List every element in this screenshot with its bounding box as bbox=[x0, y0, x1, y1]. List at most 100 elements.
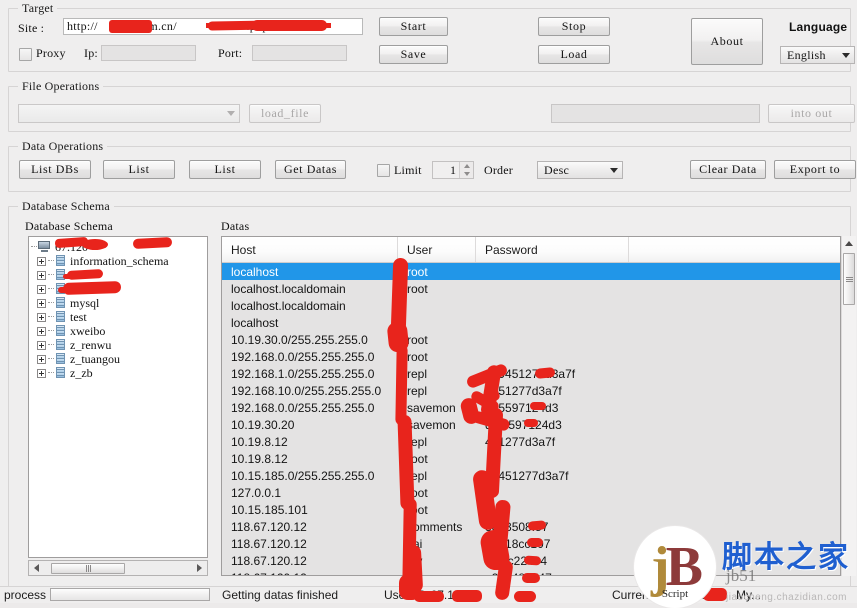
table-row[interactable]: 118.67.120.12 zai 04318cc107 bbox=[222, 535, 840, 552]
tree-connector bbox=[48, 316, 54, 318]
expand-icon[interactable] bbox=[37, 312, 46, 322]
table-row[interactable]: 127.0.0.1 root bbox=[222, 484, 840, 501]
load-file-button[interactable]: load_file bbox=[249, 104, 321, 123]
table-row[interactable]: 118.67.120.12 ow fc33c22494 bbox=[222, 552, 840, 569]
table-row[interactable]: 192.168.0.0/255.255.255.0 savemon df 55971… bbox=[222, 399, 840, 416]
expand-icon[interactable] bbox=[37, 270, 46, 280]
expand-icon[interactable] bbox=[37, 284, 46, 294]
clear-data-button[interactable]: Clear Data bbox=[690, 160, 766, 179]
tree-item-8[interactable]: z_tuangou bbox=[29, 352, 207, 366]
table-row[interactable]: 10.19.8.12 root bbox=[222, 450, 840, 467]
column-header-password[interactable]: Password bbox=[476, 237, 629, 262]
table-row[interactable]: 10.19.8.12 repl 451277d3a7f bbox=[222, 433, 840, 450]
expand-icon[interactable] bbox=[37, 298, 46, 308]
cell-host: 118.67.120.12 bbox=[231, 536, 307, 551]
datas-vscroll-thumb[interactable] bbox=[843, 253, 855, 305]
table-row[interactable]: 192.168.10.0/255.255.255.0 repl 9451277d3a… bbox=[222, 382, 840, 399]
scroll-right-icon[interactable] bbox=[192, 564, 207, 572]
list-dbs-button[interactable]: List DBs bbox=[19, 160, 91, 179]
tree-item-5[interactable]: test bbox=[29, 310, 207, 324]
export-to-button[interactable]: Export to bbox=[774, 160, 856, 179]
database-icon bbox=[55, 283, 66, 295]
expand-icon[interactable] bbox=[37, 354, 46, 364]
proxy-ip-input[interactable] bbox=[101, 45, 196, 61]
into-out-button[interactable]: into out bbox=[768, 104, 855, 123]
limit-value: 1 bbox=[450, 162, 456, 177]
order-combobox[interactable]: Desc bbox=[537, 161, 623, 179]
cell-password: 939451277d3a7f bbox=[485, 366, 576, 381]
table-row[interactable]: 10.19.30.20 savemon d 35597124d3 bbox=[222, 416, 840, 433]
tree-item-4[interactable]: mysql bbox=[29, 296, 207, 310]
tree-node-label: z_tuangou bbox=[70, 351, 120, 366]
stop-button[interactable]: Stop bbox=[538, 17, 610, 36]
expand-icon[interactable] bbox=[37, 340, 46, 350]
expand-icon[interactable] bbox=[37, 326, 46, 336]
table-row[interactable]: 10.19.30.0/255.255.255.0 root bbox=[222, 331, 840, 348]
limit-spin-buttons[interactable] bbox=[459, 162, 473, 178]
get-datas-button[interactable]: Get Datas bbox=[275, 160, 346, 179]
limit-spinbox[interactable]: 1 bbox=[432, 161, 474, 179]
start-button[interactable]: Start bbox=[379, 17, 448, 36]
table-row[interactable]: 192.168.1.0/255.255.255.0 repl 939451277d3… bbox=[222, 365, 840, 382]
cell-user: root bbox=[407, 485, 428, 500]
cell-host: 10.19.30.0/255.255.255.0 bbox=[231, 332, 368, 347]
file-operations-group-title: File Operations bbox=[18, 79, 104, 94]
proxy-checkbox[interactable] bbox=[19, 48, 32, 61]
list-columns-button[interactable]: List bbox=[189, 160, 261, 179]
tree-hscroll-thumb[interactable] bbox=[51, 563, 125, 574]
cell-host: 118.67.120.12 bbox=[222, 571, 398, 576]
tree-item-6[interactable]: xweibo bbox=[29, 324, 207, 338]
tree-item-9[interactable]: z_zb bbox=[29, 366, 207, 380]
tree-root-node[interactable]: 67.120 bbox=[29, 240, 207, 254]
cell-password: e21b48dd47 bbox=[476, 571, 629, 576]
datas-vertical-scrollbar[interactable] bbox=[841, 236, 856, 576]
database-icon bbox=[55, 353, 66, 365]
expand-icon[interactable] bbox=[37, 256, 46, 266]
database-icon bbox=[55, 311, 66, 323]
cell-host: 118.67.120.12 bbox=[231, 519, 307, 534]
load-button[interactable]: Load bbox=[538, 45, 610, 64]
cell-host: 118.67.120.12 bbox=[231, 553, 307, 568]
data-operations-group-title: Data Operations bbox=[18, 139, 108, 154]
expand-icon[interactable] bbox=[37, 368, 46, 378]
table-row[interactable]: 118.67.120.12 comments 3e73508f57 bbox=[222, 518, 840, 535]
file-combobox[interactable] bbox=[18, 104, 240, 123]
column-header-extra[interactable] bbox=[629, 237, 840, 262]
scroll-left-icon[interactable] bbox=[29, 564, 44, 572]
table-row[interactable]: localhost.localdomain root bbox=[222, 280, 840, 297]
cell-password: 9451277d3a7f bbox=[485, 383, 562, 398]
process-label: process bbox=[4, 588, 47, 602]
column-header-user[interactable]: User bbox=[398, 237, 476, 262]
cell-password: 451277d3a7f bbox=[485, 434, 556, 449]
tree-item-2[interactable] bbox=[29, 268, 207, 282]
table-row[interactable]: 10.15.185.101 root bbox=[222, 501, 840, 518]
proxy-port-input[interactable] bbox=[252, 45, 347, 61]
table-row[interactable]: localhost bbox=[222, 314, 840, 331]
table-row[interactable]: localhost root bbox=[222, 263, 840, 280]
about-button[interactable]: About bbox=[691, 18, 763, 65]
spin-up-icon[interactable] bbox=[460, 162, 473, 170]
tree-item-7[interactable]: z_renwu bbox=[29, 338, 207, 352]
spin-down-icon[interactable] bbox=[460, 170, 473, 178]
tree-horizontal-scrollbar[interactable] bbox=[28, 560, 208, 576]
table-row[interactable]: localhost.localdomain bbox=[222, 297, 840, 314]
output-path-input[interactable] bbox=[551, 104, 760, 123]
cell-user: ver bbox=[398, 571, 476, 576]
save-button[interactable]: Save bbox=[379, 45, 448, 64]
limit-label: Limit bbox=[394, 163, 422, 177]
scroll-up-icon[interactable] bbox=[842, 236, 856, 251]
table-row[interactable]: 192.168.0.0/255.255.255.0 root bbox=[222, 348, 840, 365]
limit-checkbox[interactable] bbox=[377, 164, 390, 177]
language-combobox[interactable]: English bbox=[780, 46, 855, 64]
column-header-host[interactable]: Host bbox=[222, 237, 398, 262]
table-row[interactable]: 10.15.185.0/255.255.255.0 repl 39451277d3a… bbox=[222, 467, 840, 484]
tree-item-1[interactable]: information_schema bbox=[29, 254, 207, 268]
datas-table[interactable]: Host User Password localhost root localhos… bbox=[221, 236, 841, 576]
table-row[interactable]: 118.67.120.12vere21b48dd47 bbox=[222, 569, 840, 576]
cell-user: savemon bbox=[407, 400, 456, 415]
tree-connector bbox=[48, 260, 54, 262]
database-schema-tree[interactable]: 67.120 information_schema mysql test xweib… bbox=[28, 236, 208, 558]
site-input[interactable] bbox=[63, 18, 363, 35]
list-tables-button[interactable]: List bbox=[103, 160, 175, 179]
tree-item-3[interactable] bbox=[29, 282, 207, 296]
